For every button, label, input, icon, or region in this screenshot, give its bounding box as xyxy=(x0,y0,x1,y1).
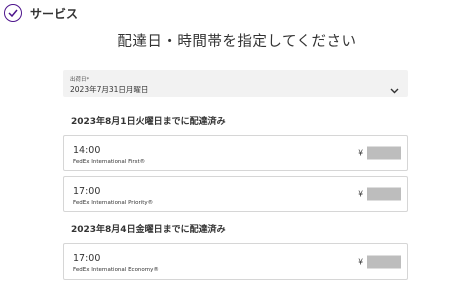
currency-symbol: ¥ xyxy=(358,257,363,266)
price-redaction xyxy=(367,255,401,268)
delivery-time: 17:00 xyxy=(73,186,101,197)
delivery-day-heading: 2023年8月4日金曜日までに配達済み xyxy=(71,225,226,235)
check-circle-icon xyxy=(4,4,22,22)
delivery-time: 17:00 xyxy=(73,253,101,264)
delivery-option-card[interactable]: 17:00 FedEx International Economy® ¥ xyxy=(63,243,408,280)
ship-date-select[interactable]: 出荷日* 2023年7月31日月曜日 xyxy=(63,70,408,97)
delivery-day-heading: 2023年8月1日火曜日までに配達済み xyxy=(71,117,226,127)
currency-symbol: ¥ xyxy=(358,148,363,158)
delivery-option-card[interactable]: 14:00 FedEx International First® ¥ xyxy=(63,135,408,171)
price-redaction xyxy=(367,146,401,160)
chevron-down-icon[interactable] xyxy=(390,79,399,98)
price: ¥ xyxy=(358,146,401,160)
service-name: FedEx International First® xyxy=(73,159,146,165)
currency-symbol: ¥ xyxy=(358,189,363,199)
ship-date-value: 2023年7月31日月曜日 xyxy=(70,85,149,94)
section-header: サービス xyxy=(4,3,78,23)
ship-date-label: 出荷日* xyxy=(70,77,90,83)
price-redaction xyxy=(367,187,401,201)
price: ¥ xyxy=(358,255,401,268)
delivery-option-card[interactable]: 17:00 FedEx International Priority® ¥ xyxy=(63,176,408,212)
service-name: FedEx International Economy® xyxy=(73,267,159,273)
page-title: 配達日・時間帯を指定してください xyxy=(117,34,357,50)
section-title: サービス xyxy=(30,6,79,21)
service-name: FedEx International Priority® xyxy=(73,200,154,206)
price: ¥ xyxy=(358,187,401,201)
delivery-time: 14:00 xyxy=(73,145,101,156)
